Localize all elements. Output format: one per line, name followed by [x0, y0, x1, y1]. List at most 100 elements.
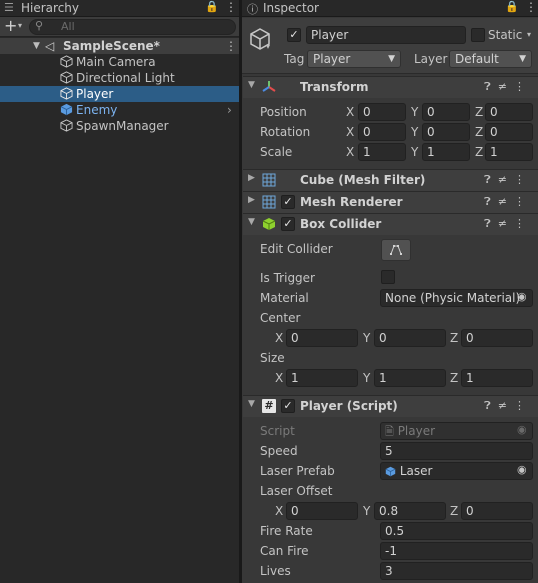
chevron-right-icon[interactable]: ›: [227, 102, 232, 118]
rotation-y-field[interactable]: 0: [422, 123, 470, 141]
object-picker-icon[interactable]: ◉: [517, 290, 527, 303]
presets-icon[interactable]: ≠: [498, 217, 514, 230]
hierarchy-item-enemy[interactable]: Enemy ›: [0, 102, 239, 118]
foldout-open-icon[interactable]: ▼: [248, 217, 255, 227]
box-collider-enabled-checkbox[interactable]: ✓: [281, 217, 295, 231]
add-button[interactable]: +: [4, 17, 17, 35]
object-name-field[interactable]: Player: [306, 26, 466, 44]
size-y-field[interactable]: 1: [374, 369, 446, 387]
axis-z-label: Z: [450, 504, 459, 518]
help-icon[interactable]: ❓︎: [484, 399, 498, 412]
center-label: Center: [260, 311, 301, 325]
hierarchy-item-player[interactable]: Player: [0, 86, 239, 102]
transform-header[interactable]: ▼ Transform ❓︎≠⋮: [243, 76, 538, 98]
center-y-field[interactable]: 0: [374, 329, 446, 347]
presets-icon[interactable]: ≠: [498, 80, 514, 93]
scene-row[interactable]: ▼ ◁ SampleScene* ⋮: [0, 38, 239, 54]
component-header-icons: ❓︎≠⋮: [484, 195, 532, 209]
presets-icon[interactable]: ≠: [498, 195, 514, 208]
component-menu-icon[interactable]: ⋮: [514, 80, 532, 93]
help-icon[interactable]: ❓︎: [484, 195, 498, 208]
edit-collider-button[interactable]: [381, 239, 411, 261]
object-picker-icon[interactable]: ◉: [517, 463, 527, 476]
hierarchy-list-icon: ☰: [4, 1, 14, 14]
center-z-field[interactable]: 0: [461, 329, 533, 347]
rotation-x-field[interactable]: 0: [358, 123, 406, 141]
rotation-z-field[interactable]: 0: [485, 123, 533, 141]
player-script-enabled-checkbox[interactable]: ✓: [281, 399, 295, 413]
add-dropdown-chevron-icon[interactable]: ▾: [18, 21, 22, 30]
help-icon[interactable]: ❓︎: [484, 173, 498, 186]
is-trigger-checkbox[interactable]: [381, 270, 395, 284]
size-z-field[interactable]: 1: [461, 369, 533, 387]
more-options-icon[interactable]: ⋮: [525, 0, 537, 14]
search-input[interactable]: ⚲ All: [29, 19, 236, 35]
material-object-field[interactable]: None (Physic Material): [380, 289, 533, 307]
lock-icon[interactable]: 🔒: [505, 0, 519, 13]
size-x-field[interactable]: 1: [286, 369, 358, 387]
hierarchy-item-directional-light[interactable]: Directional Light: [0, 70, 239, 86]
axis-y-label: Y: [363, 331, 371, 345]
foldout-closed-icon[interactable]: ▶: [248, 195, 255, 205]
mesh-renderer-enabled-checkbox[interactable]: ✓: [281, 195, 295, 209]
component-menu-icon[interactable]: ⋮: [514, 173, 532, 186]
help-icon[interactable]: ❓︎: [484, 80, 498, 93]
static-checkbox[interactable]: [471, 28, 485, 42]
position-y-field[interactable]: 0: [422, 103, 470, 121]
more-options-icon[interactable]: ⋮: [225, 0, 237, 14]
hierarchy-toolbar: + ▾ ⚲ All: [0, 17, 239, 37]
presets-icon[interactable]: ≠: [498, 399, 514, 412]
component-header-icons: ❓︎≠⋮: [484, 173, 532, 187]
speed-field[interactable]: 5: [380, 442, 533, 460]
presets-icon[interactable]: ≠: [498, 173, 514, 186]
lives-field[interactable]: 3: [380, 562, 533, 580]
axis-z-label: Z: [475, 105, 484, 119]
csharp-script-icon: #: [262, 399, 276, 413]
position-x-field[interactable]: 0: [358, 103, 406, 121]
laser-offset-z-field[interactable]: 0: [461, 502, 533, 520]
laser-offset-x-field[interactable]: 0: [286, 502, 358, 520]
center-x-field[interactable]: 0: [286, 329, 358, 347]
hierarchy-tab[interactable]: Hierarchy: [21, 1, 79, 15]
scale-x-field[interactable]: 1: [358, 143, 406, 161]
component-menu-icon[interactable]: ⋮: [514, 195, 532, 208]
axis-z-label: Z: [475, 145, 484, 159]
active-checkbox[interactable]: ✓: [287, 28, 301, 42]
static-dropdown-chevron-icon[interactable]: ▾: [527, 30, 531, 39]
fire-rate-field[interactable]: 0.5: [380, 522, 533, 540]
position-z-field[interactable]: 0: [485, 103, 533, 121]
laser-prefab-field[interactable]: Laser: [380, 462, 533, 480]
laser-offset-y-field[interactable]: 0.8: [374, 502, 446, 520]
tag-dropdown[interactable]: Player ▼: [307, 50, 401, 68]
axis-y-label: Y: [363, 504, 371, 518]
can-fire-field[interactable]: -1: [380, 542, 533, 560]
icon-dropdown-chevron-icon[interactable]: ▾: [266, 42, 270, 51]
axis-z-label: Z: [450, 331, 459, 345]
help-icon[interactable]: ❓︎: [484, 217, 498, 230]
box-collider-header[interactable]: ▼ ✓ Box Collider ❓︎≠⋮: [243, 213, 538, 235]
hierarchy-item-spawnmanager[interactable]: SpawnManager: [0, 118, 239, 134]
gameobject-cube-icon: [60, 55, 73, 68]
inspector-tab[interactable]: Inspector: [263, 1, 319, 15]
rotation-label: Rotation: [260, 125, 311, 139]
layer-dropdown[interactable]: Default ▼: [449, 50, 532, 68]
scene-foldout-icon[interactable]: ▼: [33, 38, 40, 54]
scale-y-field[interactable]: 1: [422, 143, 470, 161]
foldout-open-icon[interactable]: ▼: [248, 399, 255, 409]
search-icon: ⚲: [35, 19, 44, 32]
component-menu-icon[interactable]: ⋮: [514, 399, 532, 412]
component-menu-icon[interactable]: ⋮: [514, 217, 532, 230]
mesh-filter-header[interactable]: ▶ Cube (Mesh Filter) ❓︎≠⋮: [243, 169, 538, 191]
player-script-header[interactable]: ▼ # ✓ Player (Script) ❓︎≠⋮: [243, 395, 538, 417]
lock-icon[interactable]: 🔒: [205, 0, 219, 13]
search-placeholder: All: [61, 20, 75, 33]
position-label: Position: [260, 105, 307, 119]
scale-z-field[interactable]: 1: [485, 143, 533, 161]
mesh-renderer-header[interactable]: ▶ ✓ Mesh Renderer ❓︎≠⋮: [243, 191, 538, 213]
foldout-closed-icon[interactable]: ▶: [248, 173, 255, 183]
scene-menu-icon[interactable]: ⋮: [225, 38, 237, 54]
transform-icon: [262, 81, 276, 92]
foldout-open-icon[interactable]: ▼: [248, 80, 255, 90]
hierarchy-item-main-camera[interactable]: Main Camera: [0, 54, 239, 70]
axis-y-label: Y: [411, 105, 419, 119]
